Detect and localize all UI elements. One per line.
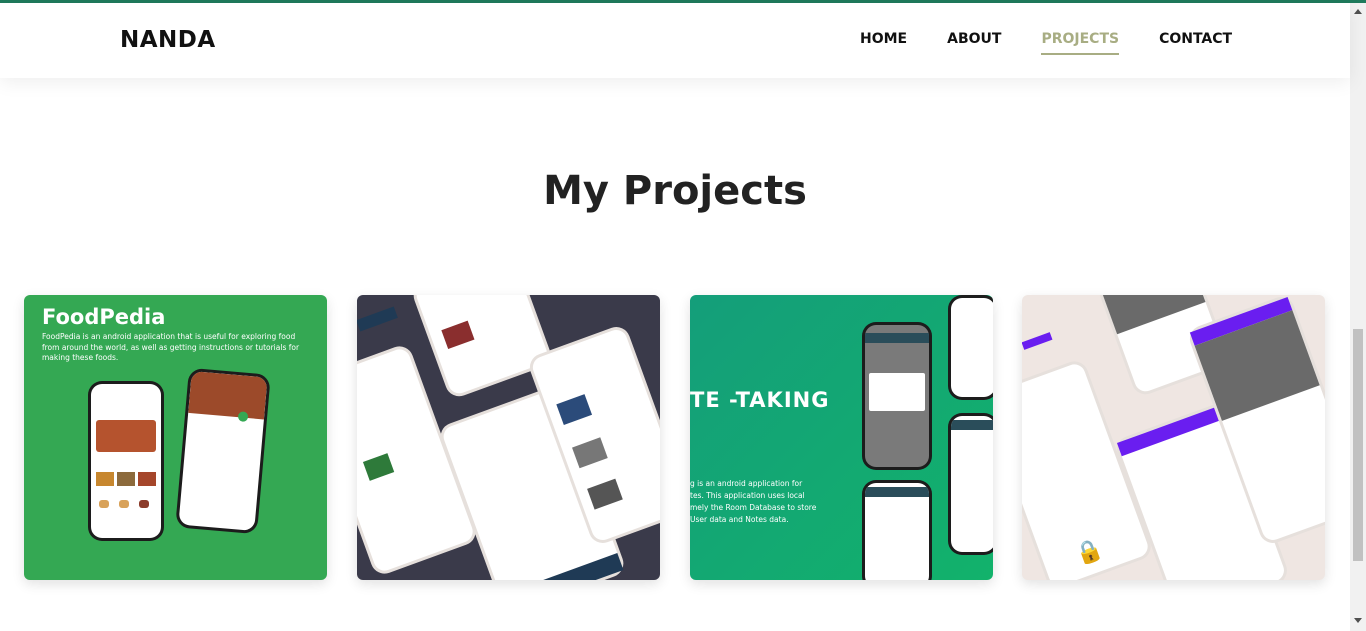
section-title: My Projects (543, 168, 807, 214)
nav-projects[interactable]: PROJECTS (1041, 31, 1120, 55)
phone-screen (865, 325, 929, 467)
project-description: FoodPedia is an android application that… (42, 332, 300, 362)
scrollbar-thumb[interactable] (1353, 329, 1363, 561)
phone-screen (951, 298, 993, 397)
main-nav: HOME ABOUT PROJECTS CONTACT (860, 31, 1272, 55)
project-description: g is an android application for tes. Thi… (690, 479, 817, 524)
phone-screen (91, 384, 161, 538)
app-illustration (362, 453, 395, 481)
project-card-foodpedia[interactable]: FoodPedia FoodPedia is an android applic… (24, 295, 327, 580)
phone-mockup (862, 322, 932, 470)
project-card-note-taking[interactable]: TE -TAKING g is an android application f… (690, 295, 993, 580)
phone-screen (951, 416, 993, 552)
project-card-mypassword[interactable]: 🔒 (1022, 295, 1325, 580)
phone-screen (865, 483, 929, 580)
nav-contact[interactable]: CONTACT (1159, 31, 1232, 55)
nav-about[interactable]: ABOUT (947, 31, 1001, 55)
phone-mockup (409, 295, 555, 401)
project-title: TE -TAKING (690, 388, 830, 412)
phone-mockup (948, 295, 993, 400)
scroll-up-arrow-icon[interactable] (1354, 9, 1362, 14)
phone-mockup (862, 480, 932, 580)
phone-mockup (948, 413, 993, 555)
site-header: NANDA HOME ABOUT PROJECTS CONTACT (0, 3, 1350, 78)
project-title: FoodPedia (42, 305, 166, 329)
scroll-down-arrow-icon[interactable] (1354, 618, 1362, 623)
page-scrollbar[interactable] (1350, 3, 1366, 631)
nav-home[interactable]: HOME (860, 31, 907, 55)
brand-logo[interactable]: NANDA (120, 27, 216, 53)
lock-icon: 🔒 (1072, 536, 1107, 569)
phone-screen (178, 370, 268, 532)
project-card-2[interactable] (357, 295, 660, 580)
phone-mockup (88, 381, 164, 541)
phone-mockup (175, 367, 271, 535)
